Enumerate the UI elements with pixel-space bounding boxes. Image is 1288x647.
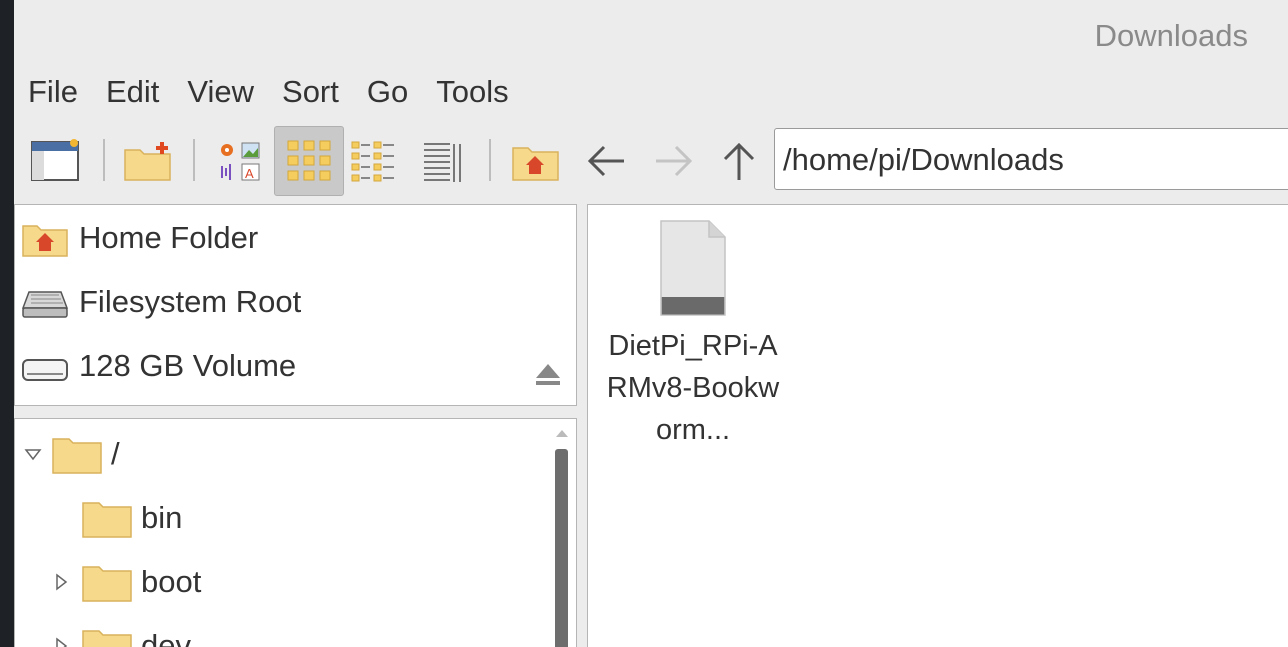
place-filesystem-root[interactable]: Filesystem Root xyxy=(21,277,301,327)
expander-collapsed-icon[interactable] xyxy=(51,636,71,647)
menu-go[interactable]: Go xyxy=(367,72,408,112)
folder-icon xyxy=(82,566,132,602)
svg-text:A: A xyxy=(245,166,254,181)
menu-bar: File Edit View Sort Go Tools xyxy=(28,72,537,112)
detailed-list-view-icon[interactable] xyxy=(420,138,468,186)
menu-tools[interactable]: Tools xyxy=(436,72,508,112)
home-icon[interactable] xyxy=(510,138,562,182)
expander-expanded-icon[interactable] xyxy=(23,444,43,464)
generic-file-icon xyxy=(660,220,726,316)
sidebar-toggle-icon[interactable] xyxy=(30,138,82,182)
place-128gb-volume[interactable]: 128 GB Volume xyxy=(21,341,296,391)
tree-item-bin[interactable]: bin xyxy=(81,493,182,543)
tree-scrollbar[interactable] xyxy=(551,419,573,647)
tree-item-label: boot xyxy=(141,564,202,599)
place-label: Filesystem Root xyxy=(79,284,302,319)
tree-item-label: bin xyxy=(141,500,183,535)
drive-icon xyxy=(21,291,69,318)
file-manager-window: Downloads File Edit View Sort Go Tools A… xyxy=(14,0,1288,647)
volume-icon xyxy=(22,359,68,381)
location-input[interactable] xyxy=(775,129,1288,191)
compact-view-icon[interactable] xyxy=(350,138,398,186)
icon-view-button[interactable] xyxy=(274,126,344,196)
file-view: DietPi_RPi-ARMv8-Bookworm... xyxy=(587,204,1288,647)
file-name: DietPi_RPi-ARMv8-Bookworm... xyxy=(606,330,780,446)
tree-item-root[interactable]: / xyxy=(23,429,120,479)
toolbar-separator xyxy=(193,139,195,181)
forward-arrow-icon[interactable] xyxy=(650,138,696,184)
menu-file[interactable]: File xyxy=(28,72,78,112)
folder-icon xyxy=(82,630,132,647)
place-label: Home Folder xyxy=(79,220,259,255)
scrollbar-thumb[interactable] xyxy=(555,449,568,647)
scroll-up-icon[interactable] xyxy=(555,427,569,439)
back-arrow-icon[interactable] xyxy=(584,138,630,184)
window-title: Downloads xyxy=(1094,18,1248,53)
thumbnail-view-icon[interactable]: A xyxy=(216,138,266,186)
tree-item-label: / xyxy=(111,436,120,471)
tree-item-dev[interactable]: dev xyxy=(51,621,191,647)
directory-tree: / bin boot dev xyxy=(14,418,577,647)
menu-sort[interactable]: Sort xyxy=(282,72,339,112)
place-label: 128 GB Volume xyxy=(79,348,297,383)
eject-icon[interactable] xyxy=(533,360,563,390)
menu-edit[interactable]: Edit xyxy=(106,72,159,112)
places-pane: Home Folder Filesystem Root 128 GB Volum… xyxy=(14,204,577,406)
toolbar-separator xyxy=(103,139,105,181)
address-bar[interactable] xyxy=(774,128,1288,191)
home-folder-icon xyxy=(22,225,68,257)
folder-icon xyxy=(82,502,132,538)
file-item[interactable]: DietPi_RPi-ARMv8-Bookworm... xyxy=(600,219,786,451)
up-arrow-icon[interactable] xyxy=(716,138,762,184)
place-home-folder[interactable]: Home Folder xyxy=(21,213,258,263)
menu-view[interactable]: View xyxy=(187,72,254,112)
expander-collapsed-icon[interactable] xyxy=(51,572,71,592)
folder-icon xyxy=(52,438,102,474)
tree-item-boot[interactable]: boot xyxy=(51,557,201,607)
title-bar: Downloads xyxy=(14,0,1288,66)
toolbar-separator xyxy=(489,139,491,181)
new-folder-icon[interactable] xyxy=(122,138,174,182)
icon-view-icon xyxy=(287,140,331,181)
tree-item-label: dev xyxy=(141,628,191,647)
